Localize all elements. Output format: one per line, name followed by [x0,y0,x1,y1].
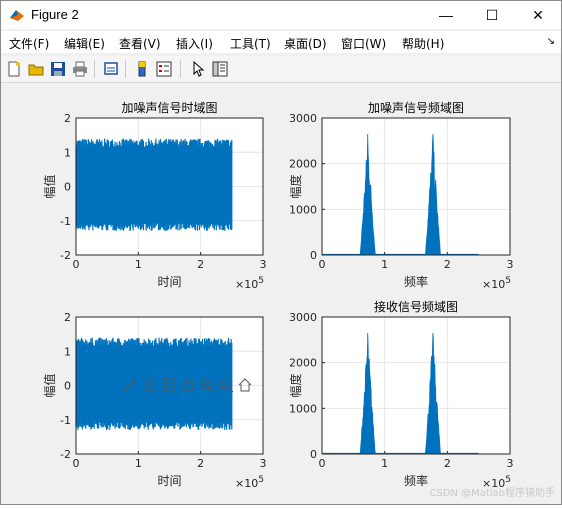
x-tick-label: 3 [507,457,514,470]
x-tick-label: 0 [319,258,326,271]
y-tick-label: 0 [64,181,71,194]
x-tick-label: 2 [444,258,451,271]
y-axis-label: 幅度 [288,373,303,397]
y-tick-label: 1000 [289,402,317,415]
x-axis-label: 时间 [157,275,181,289]
figure-toolbar [1,56,561,83]
minimize-button[interactable]: — [423,1,469,29]
y-tick-label: 1 [64,345,71,358]
menu-overflow-icon[interactable]: ↘ [547,36,555,47]
new-figure-icon[interactable] [4,59,24,79]
y-tick-label: 1 [64,146,71,159]
print-icon[interactable] [70,59,90,79]
axes-toolbar [123,377,253,395]
menu-desktop[interactable]: 桌面(D) [284,35,327,52]
menu-file[interactable]: 文件(F) [9,35,49,52]
matlab-logo-icon [10,10,24,21]
x-tick-label: 0 [73,258,80,271]
x-exponent-label: ×105 [235,276,264,291]
axes-title: 接收信号频域图 [374,299,458,314]
window-title: Figure 2 [31,7,79,22]
zoom-in-icon[interactable] [199,377,215,393]
y-tick-label: -2 [60,249,71,262]
x-tick-label: 2 [197,457,204,470]
insert-colorbar-icon[interactable] [132,59,152,79]
y-tick-label: -2 [60,448,71,461]
x-axis-label: 频率 [404,274,428,289]
x-exponent-label: ×105 [235,475,264,490]
y-tick-label: -1 [60,215,71,228]
toolbar-separator [180,60,181,78]
x-tick-label: 3 [507,258,514,271]
x-tick-label: 2 [197,258,204,271]
menu-edit[interactable]: 编辑(E) [64,35,105,52]
x-tick-label: 3 [260,457,267,470]
pan-icon[interactable] [180,377,196,393]
axes-title: 加噪声信号频域图 [368,101,464,115]
y-tick-label: 0 [64,380,71,393]
open-file-icon[interactable] [26,59,46,79]
link-plot-icon[interactable] [101,59,121,79]
x-tick-label: 1 [135,258,142,271]
menu-view[interactable]: 查看(V) [119,35,161,52]
x-tick-label: 0 [73,457,80,470]
y-tick-label: 2 [64,311,71,324]
toolbar-separator [125,60,126,78]
save-icon[interactable] [48,59,68,79]
data-tips-icon[interactable] [142,377,158,393]
x-tick-label: 0 [319,457,326,470]
title-bar[interactable]: Figure 2 — ☐ ✕ [1,1,561,29]
x-tick-label: 3 [260,258,267,271]
y-tick-label: 0 [310,249,317,262]
watermark: CSDN @Matlab程序猿助手 [429,488,555,499]
toolbar-separator [94,60,95,78]
y-tick-label: 2000 [289,158,317,171]
menu-help[interactable]: 帮助(H) [402,35,444,52]
x-tick-label: 1 [135,457,142,470]
figure-window: Figure 2 — ☐ ✕ 文件(F) 编辑(E) 查看(V) 插入(I) 工… [0,0,562,505]
figure-canvas: 0 1 2 3 2 1 0 -1 -2 加噪声信号时域图 时间 幅值 ×105 0 1 2 3 3000 2000 1… [2,83,561,503]
y-tick-label: 2 [64,112,71,125]
home-icon[interactable] [237,377,253,393]
pointer-icon[interactable] [188,59,208,79]
y-axis-label: 幅值 [42,373,57,397]
menu-window[interactable]: 窗口(W) [341,35,386,52]
y-tick-label: 3000 [289,311,317,324]
x-tick-label: 2 [444,457,451,470]
y-tick-label: 1000 [289,203,317,216]
x-tick-label: 1 [381,258,388,271]
y-tick-label: 3000 [289,112,317,125]
zoom-out-icon[interactable] [218,377,234,393]
y-tick-label: -1 [60,414,71,427]
x-axis-label: 频率 [404,473,428,488]
axes-title: 加噪声信号时域图 [121,101,217,115]
plot-area [322,118,510,255]
y-tick-label: 0 [310,448,317,461]
plot-area [322,317,510,454]
maximize-button[interactable]: ☐ [469,1,515,29]
plots-svg: 0 1 2 3210-1-2加噪声信号时域图时间幅值×1050 1 2 3300020001… [42,101,514,490]
x-tick-label: 1 [381,457,388,470]
close-button[interactable]: ✕ [515,1,561,29]
y-axis-label: 幅值 [42,174,57,198]
y-axis-label: 幅度 [288,174,303,198]
property-inspector-icon[interactable] [210,59,230,79]
menu-bar: 文件(F) 编辑(E) 查看(V) 插入(I) 工具(T) 桌面(D) 窗口(W… [1,31,561,53]
x-axis-label: 时间 [157,474,181,488]
brush-icon[interactable] [123,377,139,393]
x-exponent-label: ×105 [482,276,511,291]
insert-legend-icon[interactable] [154,59,174,79]
y-tick-label: 2000 [289,357,317,370]
menu-tools[interactable]: 工具(T) [230,35,271,52]
signal-band [76,157,232,216]
menu-insert[interactable]: 插入(I) [176,35,213,52]
restore-view-icon[interactable] [161,377,177,393]
